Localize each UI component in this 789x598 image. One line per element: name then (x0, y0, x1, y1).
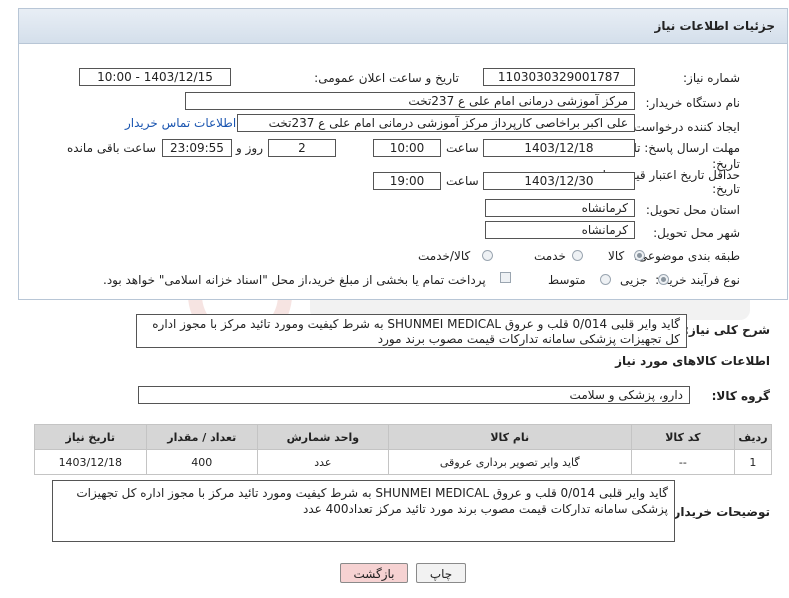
deadline-time-label: ساعت (446, 141, 479, 155)
buyer-org-field: مرکز آموزشی درمانی امام علی ع 237تخت (185, 92, 635, 110)
need-number-label: شماره نیاز: (683, 71, 740, 85)
print-button[interactable]: چاپ (416, 563, 466, 583)
buyer-org-label: نام دستگاه خریدار: (645, 96, 741, 110)
days-field: 2 (268, 139, 336, 157)
category-radio-service[interactable] (572, 250, 583, 261)
remaining-time-field: 23:09:55 (162, 139, 232, 157)
col-item-code: کد کالا (630, 424, 735, 450)
col-unit: واحد شمارش (257, 424, 389, 450)
goods-group-field: دارو، پزشکی و سلامت (138, 386, 690, 404)
process-radio-medium[interactable] (600, 274, 611, 285)
cell-quantity: 400 (145, 449, 259, 475)
requester-field: علی اکبر براخاصی کارپرداز مرکز آموزشی در… (237, 114, 635, 132)
col-need-date: تاریخ نیاز (34, 424, 147, 450)
price-valid-time-label: ساعت (446, 174, 479, 188)
cell-unit: عدد (257, 449, 389, 475)
col-quantity: تعداد / مقدار (145, 424, 259, 450)
panel-title: جزئیات اطلاعات نیاز (654, 19, 775, 33)
category-option-service: خدمت (534, 249, 566, 263)
back-button[interactable]: بازگشت (340, 563, 408, 583)
province-label: استان محل تحویل: (645, 203, 740, 217)
remaining-label: ساعت باقی مانده (67, 141, 157, 155)
cell-item-name: گاید وایر تصویر برداری عروقی (387, 449, 632, 475)
announce-field: 1403/12/15 - 10:00 (79, 68, 231, 86)
price-valid-label-line2: تاریخ: (712, 182, 740, 196)
cell-need-date: 1403/12/18 (34, 449, 147, 475)
col-row-number: ردیف (733, 424, 773, 450)
category-radio-goods[interactable] (634, 250, 645, 261)
need-number-field: 1103030329001787 (483, 68, 635, 86)
buyer-notes-field: گاید وایر قلبی 0/014 قلب و عروق SHUNMEI … (52, 480, 675, 542)
category-option-goods: کالا (608, 249, 625, 263)
goods-table: ردیف کد کالا نام کالا واحد شمارش تعداد /… (34, 424, 773, 475)
goods-group-label: گروه کالا: (711, 389, 770, 403)
province-field: کرمانشاه (485, 199, 635, 217)
category-option-goods-service: کالا/خدمت (418, 249, 471, 263)
buyer-contact-link[interactable]: اطلاعات تماس خریدار (125, 116, 236, 130)
table-row: 1 -- گاید وایر تصویر برداری عروقی عدد 40… (34, 449, 773, 475)
cell-item-code: -- (630, 449, 735, 475)
requester-label: ایجاد کننده درخواست: (629, 120, 740, 134)
summary-field: گاید وایر قلبی 0/014 قلب و عروق SHUNMEI … (136, 314, 687, 348)
category-label: طبقه بندی موضوعی: (633, 249, 740, 263)
price-valid-date-field: 1403/12/30 (483, 172, 635, 190)
payment-note: پرداخت تمام یا بخشی از مبلغ خرید،از محل … (103, 273, 486, 287)
goods-table-header: ردیف کد کالا نام کالا واحد شمارش تعداد /… (34, 424, 773, 450)
announce-label: تاریخ و ساعت اعلان عمومی: (314, 71, 459, 85)
panel-header: جزئیات اطلاعات نیاز (19, 9, 787, 44)
city-field: کرمانشاه (485, 221, 635, 239)
deadline-date-field: 1403/12/18 (483, 139, 635, 157)
buyer-notes-label: توضیحات خریدار: (668, 505, 770, 519)
price-valid-time-field: 19:00 (373, 172, 441, 190)
days-label: روز و (236, 141, 263, 155)
process-option-minor: جزیی (620, 273, 648, 287)
deadline-time-field: 10:00 (373, 139, 441, 157)
process-option-medium: متوسط (548, 273, 586, 287)
col-item-name: نام کالا (387, 424, 632, 450)
deadline-label-line1: مهلت ارسال پاسخ: تا (633, 141, 740, 155)
cell-row-number: 1 (733, 449, 773, 475)
category-radio-goods-service[interactable] (482, 250, 493, 261)
summary-label: شرح کلی نیاز: (684, 323, 770, 337)
process-radio-minor[interactable] (658, 274, 669, 285)
city-label: شهر محل تحویل: (653, 226, 740, 240)
treasury-checkbox[interactable] (500, 272, 511, 283)
goods-section-title: اطلاعات کالاهای مورد نیاز (615, 354, 770, 368)
